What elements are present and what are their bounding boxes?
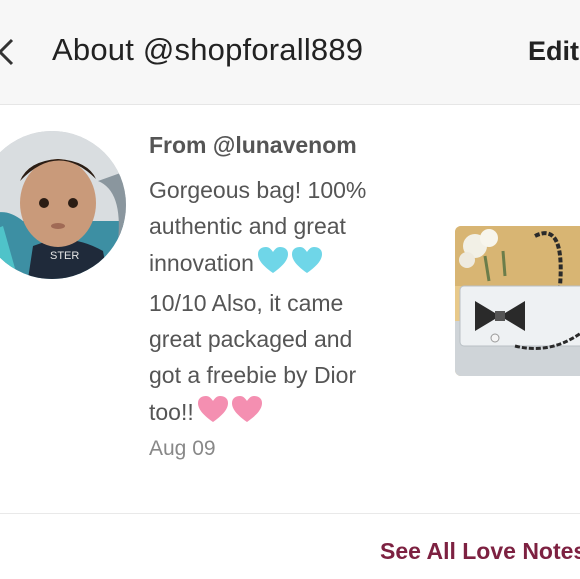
see-all-love-notes-link[interactable]: See All Love Notes	[380, 538, 580, 565]
header-bar: About @shopforall889 Edit	[0, 0, 580, 105]
pink-hearts-icon	[197, 395, 262, 434]
note-line-text: too!!	[149, 398, 194, 425]
note-line-7: too!!	[149, 394, 439, 434]
note-line-text: innovation	[149, 249, 254, 276]
note-message: Gorgeous bag! 100% authentic and great i…	[149, 172, 439, 434]
note-date: Aug 09	[149, 437, 216, 460]
avatar[interactable]: STER	[0, 131, 126, 279]
light-blue-hearts-icon	[257, 246, 322, 285]
note-line: 10/10 Also, it came	[149, 289, 344, 316]
note-line-3: innovation	[149, 245, 439, 285]
svg-text:STER: STER	[50, 250, 79, 262]
divider	[0, 513, 580, 514]
page-title: About @shopforall889	[52, 32, 364, 67]
love-notes-page: About @shopforall889 Edit STER From @lun…	[0, 0, 580, 579]
note-line: great packaged and	[149, 326, 353, 353]
note-line: got a freebie by Dior	[149, 362, 357, 389]
edit-button[interactable]: Edit	[528, 36, 579, 67]
note-line: authentic and great	[149, 213, 346, 240]
note-author[interactable]: From @lunavenom	[149, 132, 357, 159]
chevron-left-icon[interactable]	[0, 36, 16, 68]
product-thumbnail[interactable]	[455, 226, 580, 376]
note-line: Gorgeous bag! 100%	[149, 177, 367, 203]
